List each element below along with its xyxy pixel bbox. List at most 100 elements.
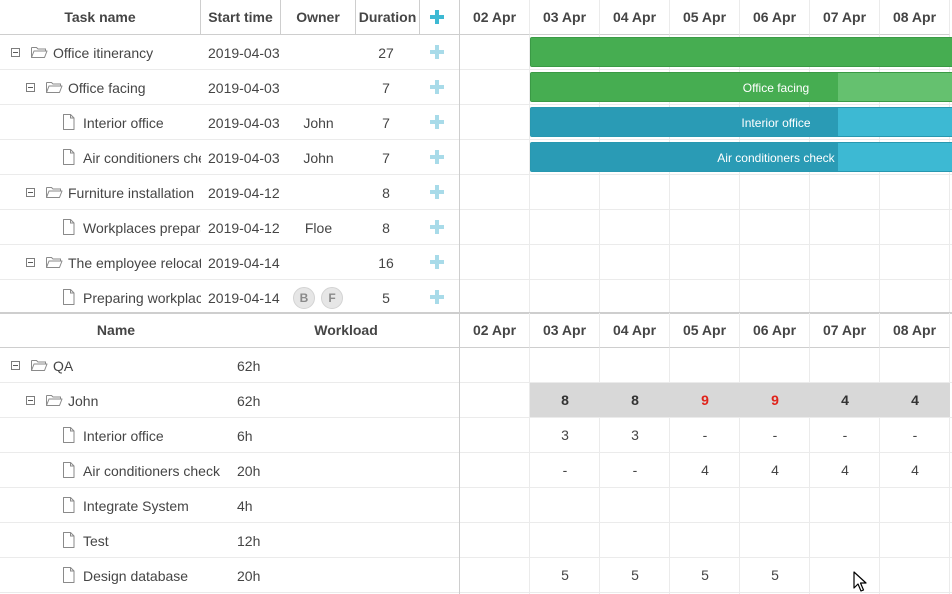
load-cell: -	[632, 462, 638, 478]
file-icon	[60, 114, 78, 130]
grid-line	[460, 174, 952, 175]
load-cell: 3	[631, 427, 639, 443]
scale-date: 08 Apr	[880, 313, 950, 348]
add-subtask-plus-icon[interactable]	[430, 290, 444, 304]
task-owner: John	[303, 149, 334, 166]
resource-grid: Name Workload QA 62h John 62h Interior offic…	[0, 313, 460, 594]
resource-name: Test	[83, 532, 109, 549]
scale-date: 05 Apr	[670, 0, 740, 35]
folder-open-icon	[45, 254, 63, 270]
task-bar[interactable]: Office facing	[530, 72, 952, 102]
add-subtask-plus-icon[interactable]	[430, 150, 444, 164]
task-bar[interactable]: Air conditioners check	[530, 142, 952, 172]
task-duration: 16	[378, 254, 394, 271]
scale-date: 03 Apr	[530, 313, 600, 348]
folder-open-icon	[30, 357, 48, 373]
task-owner	[281, 175, 356, 210]
task-row[interactable]: The employee relocation 2019-04-14 16	[0, 245, 459, 280]
task-duration: 7	[382, 79, 390, 96]
scale-date: 05 Apr	[670, 313, 740, 348]
scale-date: 07 Apr	[810, 313, 880, 348]
task-duration: 8	[382, 219, 390, 236]
load-cell: 9	[771, 392, 779, 408]
task-bar[interactable]: Interior office	[530, 107, 952, 137]
scale-date: 06 Apr	[740, 0, 810, 35]
file-icon	[60, 219, 78, 235]
folder-open-icon	[45, 79, 63, 95]
collapse-icon[interactable]	[26, 258, 35, 267]
load-cell: 4	[771, 462, 779, 478]
grid-line	[460, 69, 952, 70]
resource-row[interactable]: John 62h	[0, 383, 459, 418]
task-row[interactable]: Office facing 2019-04-03 7	[0, 70, 459, 105]
resource-row[interactable]: Integrate System 4h	[0, 488, 459, 523]
task-owner: John	[303, 114, 334, 131]
add-subtask-plus-icon[interactable]	[430, 115, 444, 129]
gantt-panel: Task name Start time Owner Duration Offi…	[0, 0, 952, 313]
scale-date: 07 Apr	[810, 0, 880, 35]
folder-open-icon	[45, 392, 63, 408]
resource-row[interactable]: Test 12h	[0, 523, 459, 558]
load-cell: 9	[701, 392, 709, 408]
task-start-time: 2019-04-03	[208, 79, 280, 96]
resource-workload: 4h	[237, 497, 253, 514]
resource-name: QA	[53, 357, 74, 374]
collapse-icon[interactable]	[26, 83, 35, 92]
file-icon	[60, 462, 78, 478]
mouse-cursor-icon	[853, 571, 867, 592]
task-row[interactable]: Air conditioners check 2019-04-03 John 7	[0, 140, 459, 175]
load-cell: 4	[911, 462, 919, 478]
resource-row[interactable]: Air conditioners check 20h	[0, 453, 459, 488]
scale-date: 06 Apr	[740, 313, 810, 348]
task-bar-label: Air conditioners check	[717, 151, 835, 165]
task-row[interactable]: Preparing workplaces 2019-04-14 BF 5	[0, 280, 459, 313]
column-header-name[interactable]: Name	[0, 313, 232, 348]
resource-name: John	[68, 392, 99, 409]
add-subtask-plus-icon[interactable]	[430, 45, 444, 59]
task-start-time: 2019-04-03	[208, 114, 280, 131]
task-bar-label	[531, 38, 952, 66]
add-subtask-plus-icon[interactable]	[430, 255, 444, 269]
column-header-task-name[interactable]: Task name	[0, 0, 201, 35]
task-name: Office facing	[68, 79, 146, 96]
gantt-grid: Task name Start time Owner Duration Offi…	[0, 0, 460, 313]
scale-date: 08 Apr	[880, 0, 950, 35]
add-subtask-plus-icon[interactable]	[430, 80, 444, 94]
task-row[interactable]: Interior office 2019-04-03 John 7	[0, 105, 459, 140]
task-start-time: 2019-04-03	[208, 44, 280, 61]
collapse-icon[interactable]	[11, 361, 20, 370]
add-subtask-plus-icon[interactable]	[430, 185, 444, 199]
task-duration: 7	[382, 114, 390, 131]
owner-avatar: B	[293, 286, 315, 309]
grid-line	[460, 139, 952, 140]
task-bar[interactable]	[530, 37, 952, 67]
gantt-timeline: 02 Apr 03 Apr 04 Apr 05 Apr 06 Apr 07 Apr 08 A…	[460, 0, 952, 313]
resource-row[interactable]: Design database 20h	[0, 558, 459, 593]
column-header-owner[interactable]: Owner	[281, 0, 356, 35]
task-row[interactable]: Furniture installation 2019-04-12 8	[0, 175, 459, 210]
resource-row[interactable]: Interior office 6h	[0, 418, 459, 453]
column-header-workload[interactable]: Workload	[232, 313, 459, 348]
task-owner	[281, 70, 356, 105]
column-header-duration[interactable]: Duration	[356, 0, 420, 35]
load-cell: 5	[561, 567, 569, 583]
collapse-icon[interactable]	[26, 396, 35, 405]
resource-row[interactable]: QA 62h	[0, 348, 459, 383]
column-header-start-time[interactable]: Start time	[201, 0, 281, 35]
file-icon	[60, 149, 78, 165]
resource-name: Design database	[83, 567, 189, 584]
task-name: Furniture installation	[68, 184, 195, 201]
load-cell: -	[772, 427, 778, 443]
resource-name: Integrate System	[83, 497, 189, 514]
load-cell: -	[912, 427, 918, 443]
collapse-icon[interactable]	[11, 48, 20, 57]
resource-workload: 62h	[237, 392, 261, 409]
task-row[interactable]: Workplaces preparation 2019-04-12 Floe 8	[0, 210, 459, 245]
column-header-add	[420, 0, 459, 35]
task-row[interactable]: Office itinerancy 2019-04-03 27	[0, 35, 459, 70]
add-task-header-icon[interactable]	[430, 10, 444, 24]
collapse-icon[interactable]	[26, 188, 35, 197]
add-subtask-plus-icon[interactable]	[430, 220, 444, 234]
grid-line	[460, 279, 952, 280]
load-cell: -	[842, 427, 848, 443]
